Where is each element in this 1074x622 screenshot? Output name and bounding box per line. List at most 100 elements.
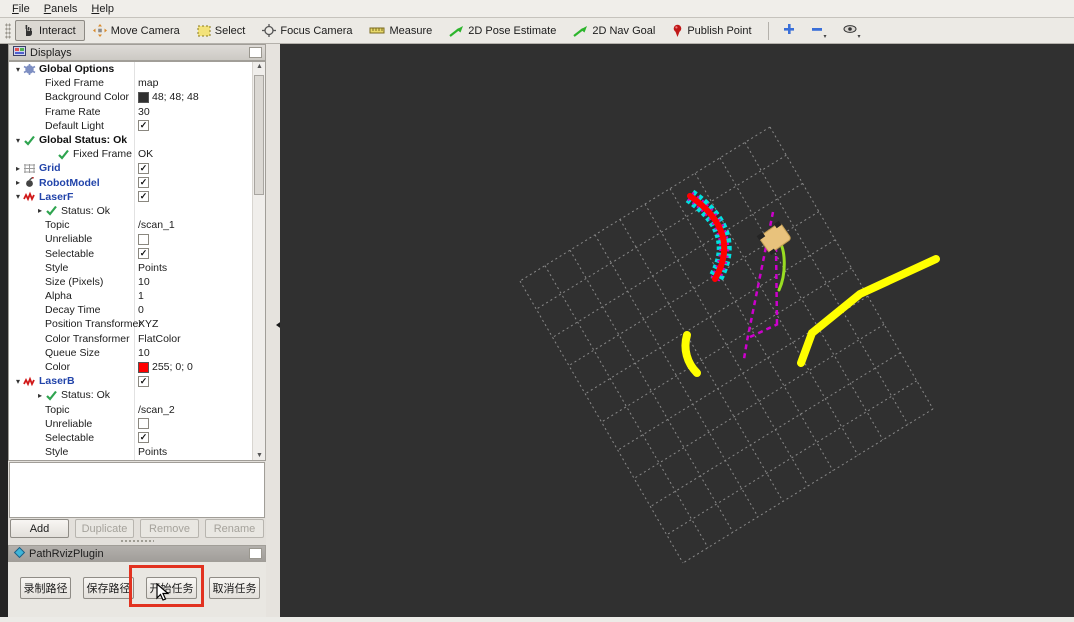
panel-view-splitter[interactable] bbox=[266, 44, 280, 617]
checkbox-checked[interactable]: ✓ bbox=[138, 191, 149, 203]
nav-goal-arrow-icon bbox=[573, 25, 588, 37]
checkbox-unchecked[interactable] bbox=[138, 418, 149, 430]
duplicate-button[interactable]: Duplicate bbox=[75, 519, 134, 538]
color-value[interactable]: 48; 48; 48 bbox=[138, 91, 199, 103]
tree-row-fixed-frame[interactable]: Fixed Frame OK bbox=[9, 147, 265, 161]
mouse-cursor bbox=[156, 583, 170, 601]
tree-row-background-color[interactable]: Background Color 48; 48; 48 bbox=[9, 90, 265, 104]
scroll-up-icon[interactable]: ▲ bbox=[253, 63, 265, 70]
toolbar-separator bbox=[767, 21, 769, 40]
tree-row-style[interactable]: Style Points bbox=[9, 261, 265, 275]
tree-row-decay-time[interactable]: Decay Time 0 bbox=[9, 303, 265, 317]
panel-splitter-handle[interactable] bbox=[120, 539, 154, 543]
tree-row-position-transformer[interactable]: Position Transformer XYZ bbox=[9, 317, 265, 331]
expander-closed-icon[interactable]: ▸ bbox=[13, 164, 23, 173]
tree-row-status-ok[interactable]: ▸ Status: Ok bbox=[9, 204, 265, 218]
plugin-task-button-1[interactable]: 录制路径 bbox=[20, 577, 71, 599]
expander-closed-icon[interactable]: ▸ bbox=[35, 391, 45, 400]
tree-row-selectable[interactable]: Selectable ✓ bbox=[9, 431, 265, 445]
property-value[interactable]: /scan_2 bbox=[138, 404, 175, 416]
tree-row-default-light[interactable]: Default Light ✓ bbox=[9, 119, 265, 133]
plugin-panel-titlebar[interactable]: PathRvizPlugin bbox=[8, 545, 266, 562]
property-value[interactable]: Points bbox=[138, 446, 167, 458]
expander-closed-icon[interactable]: ▸ bbox=[13, 178, 23, 187]
checkbox-checked[interactable]: ✓ bbox=[138, 162, 149, 174]
tree-row-fixed-frame[interactable]: Fixed Frame map bbox=[9, 76, 265, 90]
tree-row-alpha[interactable]: Alpha 1 bbox=[9, 289, 265, 303]
expander-open-icon[interactable]: ▾ bbox=[13, 377, 23, 386]
property-value[interactable]: 30 bbox=[138, 106, 150, 118]
property-value[interactable]: /scan_1 bbox=[138, 219, 175, 231]
tree-row-size-pixels-[interactable]: Size (Pixels) 10 bbox=[9, 275, 265, 289]
window-edge-strip bbox=[0, 44, 8, 617]
tree-row-global-status-ok[interactable]: ▾ Global Status: Ok bbox=[9, 133, 265, 147]
remove-tool-button[interactable]: ▾ bbox=[805, 19, 833, 43]
tree-row-unreliable[interactable]: Unreliable bbox=[9, 417, 265, 431]
property-value[interactable]: FlatColor bbox=[138, 333, 181, 345]
tree-scrollbar[interactable]: ▲ ▼ bbox=[252, 62, 265, 460]
add-tool-button[interactable] bbox=[777, 19, 801, 43]
tree-row-topic[interactable]: Topic/scan_2 bbox=[9, 403, 265, 417]
render-viewport-3d[interactable] bbox=[280, 44, 1074, 617]
tool-publish-point[interactable]: Publish Point bbox=[666, 20, 760, 41]
tool-interact[interactable]: Interact bbox=[15, 20, 85, 41]
displays-tree[interactable]: ▾ Global Options Fixed Frame map Background … bbox=[8, 61, 266, 461]
property-value[interactable]: XYZ bbox=[138, 318, 158, 330]
displays-panel-titlebar[interactable]: Displays bbox=[8, 44, 266, 61]
panel-float-button[interactable] bbox=[249, 47, 262, 58]
laser-icon bbox=[23, 376, 36, 387]
tree-row-grid[interactable]: ▸ Grid ✓ bbox=[9, 161, 265, 175]
tree-row-unreliable[interactable]: Unreliable bbox=[9, 232, 265, 246]
checkbox-checked[interactable]: ✓ bbox=[138, 177, 149, 189]
checkbox-checked[interactable]: ✓ bbox=[138, 248, 149, 260]
tree-row-color-transformer[interactable]: Color Transformer FlatColor bbox=[9, 332, 265, 346]
property-value[interactable]: Points bbox=[138, 262, 167, 274]
tree-row-queue-size[interactable]: Queue Size 10 bbox=[9, 346, 265, 360]
tool-select[interactable]: Select bbox=[191, 21, 255, 41]
checkbox-checked[interactable]: ✓ bbox=[138, 375, 149, 387]
expander-open-icon[interactable]: ▾ bbox=[13, 136, 23, 145]
remove-button[interactable]: Remove bbox=[140, 519, 199, 538]
toolbar-drag-handle[interactable] bbox=[5, 22, 11, 39]
expander-open-icon[interactable]: ▾ bbox=[13, 65, 23, 74]
plugin-task-button-2[interactable]: 保存路径 bbox=[83, 577, 134, 599]
scroll-down-icon[interactable]: ▼ bbox=[253, 452, 265, 459]
tree-row-status-ok[interactable]: ▸ Status: Ok bbox=[9, 388, 265, 402]
tree-row-laserf[interactable]: ▾ LaserF ✓ bbox=[9, 190, 265, 204]
tree-row-robotmodel[interactable]: ▸ RobotModel ✓ bbox=[9, 176, 265, 190]
tool-properties-button[interactable]: ▾ bbox=[837, 19, 867, 43]
expander-open-icon[interactable]: ▾ bbox=[13, 192, 23, 201]
tool-2d-nav-goal[interactable]: 2D Nav Goal bbox=[567, 21, 664, 41]
tool-move-camera[interactable]: Move Camera bbox=[87, 20, 189, 41]
checkbox-checked[interactable]: ✓ bbox=[138, 120, 149, 132]
property-value[interactable]: 10 bbox=[138, 347, 150, 359]
panel-float-button[interactable] bbox=[249, 548, 262, 559]
property-value[interactable]: 10 bbox=[138, 276, 150, 288]
tree-row-global-options[interactable]: ▾ Global Options bbox=[9, 62, 265, 76]
tree-row-selectable[interactable]: Selectable ✓ bbox=[9, 246, 265, 260]
menu-file[interactable]: File bbox=[6, 2, 38, 16]
color-value[interactable]: 255; 0; 0 bbox=[138, 361, 193, 373]
tree-row-style[interactable]: Style Points bbox=[9, 445, 265, 459]
rename-button[interactable]: Rename bbox=[205, 519, 264, 538]
scrollbar-thumb[interactable] bbox=[254, 75, 264, 195]
property-value[interactable]: 1 bbox=[138, 290, 144, 302]
tree-row-topic[interactable]: Topic/scan_1 bbox=[9, 218, 265, 232]
property-value[interactable]: OK bbox=[138, 148, 153, 160]
displays-panel-title: Displays bbox=[30, 46, 72, 59]
tool-measure[interactable]: Measure bbox=[363, 21, 441, 41]
checkbox-checked[interactable]: ✓ bbox=[138, 432, 149, 444]
menu-help[interactable]: Help bbox=[85, 2, 122, 16]
property-value[interactable]: map bbox=[138, 77, 158, 89]
property-value[interactable]: 0 bbox=[138, 304, 144, 316]
tree-row-color[interactable]: Color 255; 0; 0 bbox=[9, 360, 265, 374]
plugin-task-button-4[interactable]: 取消任务 bbox=[209, 577, 260, 599]
add-button[interactable]: Add bbox=[10, 519, 69, 538]
expander-closed-icon[interactable]: ▸ bbox=[35, 206, 45, 215]
tool-focus-camera[interactable]: Focus Camera bbox=[256, 20, 361, 41]
tree-row-frame-rate[interactable]: Frame Rate 30 bbox=[9, 105, 265, 119]
menu-panels[interactable]: Panels bbox=[38, 2, 86, 16]
tool-2d-pose-estimate[interactable]: 2D Pose Estimate bbox=[443, 21, 565, 41]
tree-row-laserb[interactable]: ▾ LaserB ✓ bbox=[9, 374, 265, 388]
checkbox-unchecked[interactable] bbox=[138, 233, 149, 245]
